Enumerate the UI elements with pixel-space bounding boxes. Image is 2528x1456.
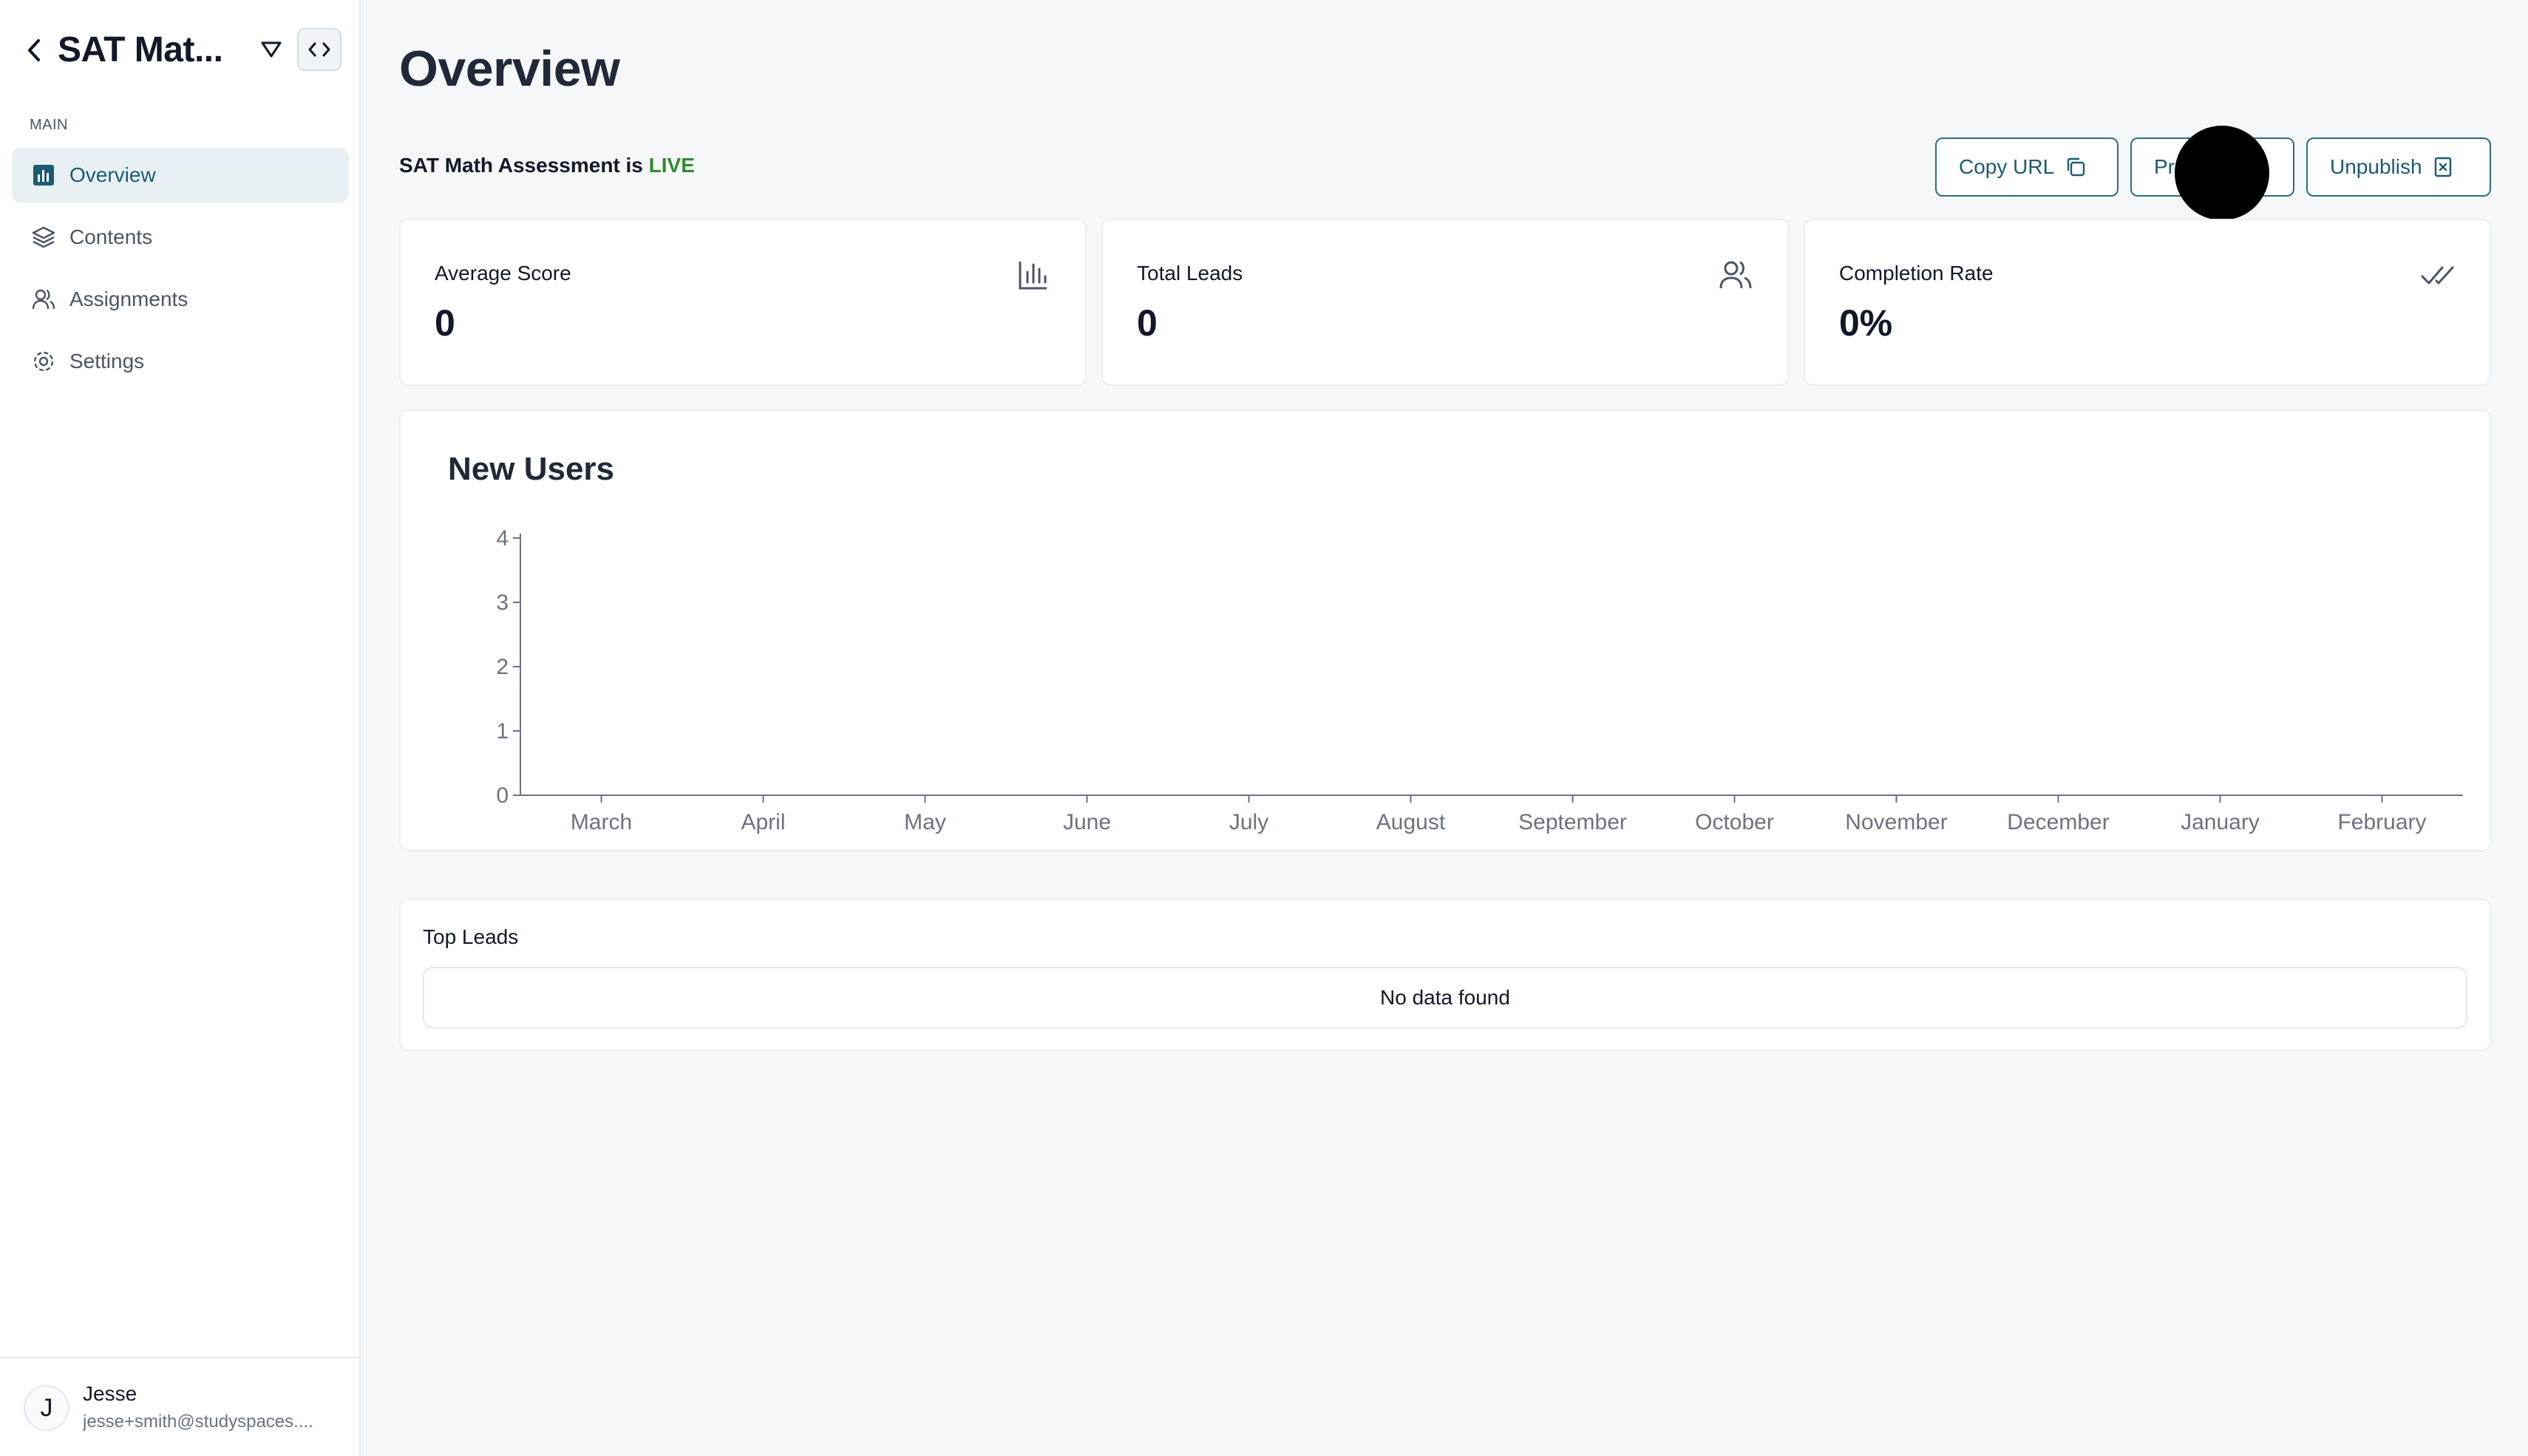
gear-icon [31, 349, 56, 374]
nav-section-label: MAIN [30, 117, 68, 133]
stat-card-average-score: Average Score 0 [399, 219, 1087, 386]
top-leads-card: Top Leads No data found [399, 899, 2491, 1051]
project-title: SAT Mat... [58, 30, 223, 69]
empty-state-text: No data found [1380, 986, 1510, 1009]
main-content: Overview SAT Math Assessment is LIVE Cop… [362, 0, 2528, 1456]
stat-card-completion-rate: Completion Rate 0% [1804, 219, 2491, 386]
sidebar-header: SAT Mat... [0, 0, 361, 103]
double-check-icon [2420, 257, 2456, 293]
x-tick-label: November [1845, 810, 1947, 834]
status-prefix: SAT Math Assessment is [399, 154, 649, 177]
unpublish-label: Unpublish [2330, 155, 2422, 178]
copy-url-button[interactable]: Copy URL [1935, 137, 2118, 197]
stat-label: Completion Rate [1839, 262, 1994, 285]
chart-plot: 0 1 2 3 4 March April May June July August Septembe… [496, 526, 2463, 834]
sidebar-item-overview[interactable]: Overview [12, 148, 349, 203]
new-users-chart: New Users 0 1 2 3 4 March April May June July Augu… [399, 409, 2491, 851]
y-tick-label: 4 [496, 526, 509, 551]
publish-status: SAT Math Assessment is LIVE [399, 154, 695, 177]
cursor-indicator [2175, 126, 2269, 220]
sidebar: SAT Mat... MAIN Overview Contents Assign… [0, 0, 361, 1456]
stat-card-total-leads: Total Leads 0 [1101, 219, 1789, 386]
x-tick-label: December [2007, 810, 2109, 834]
bar-chart-icon [1016, 257, 1051, 293]
sidebar-item-assignments[interactable]: Assignments [12, 272, 349, 327]
avatar: J [24, 1385, 69, 1431]
sidebar-item-settings[interactable]: Settings [12, 334, 349, 389]
x-tick-label: September [1518, 810, 1627, 834]
y-tick-label: 2 [496, 655, 509, 679]
y-tick-label: 0 [496, 783, 509, 808]
x-tick-label: March [571, 810, 632, 834]
sidebar-item-contents[interactable]: Contents [12, 210, 349, 265]
x-tick-label: June [1063, 810, 1111, 834]
user-email: jesse+smith@studyspaces.... [83, 1412, 313, 1432]
x-tick-label: April [741, 810, 785, 834]
layers-icon [31, 225, 56, 250]
y-tick-label: 1 [496, 719, 509, 744]
stat-label: Total Leads [1137, 262, 1243, 285]
stat-value: 0 [1137, 302, 1158, 344]
user-profile[interactable]: J Jesse jesse+smith@studyspaces.... [0, 1357, 361, 1456]
back-button[interactable] [19, 33, 49, 68]
status-badge: LIVE [648, 154, 695, 177]
sidebar-item-label: Overview [69, 163, 156, 186]
x-tick-label: May [904, 810, 946, 834]
sidebar-nav: Overview Contents Assignments Settings [12, 148, 349, 396]
chevron-left-icon [28, 39, 40, 61]
page-title: Overview [399, 41, 620, 97]
code-icon [308, 42, 330, 57]
embed-code-button[interactable] [297, 28, 342, 71]
users-icon [31, 287, 56, 312]
chart-icon [31, 163, 56, 188]
stat-label: Average Score [435, 262, 571, 285]
sidebar-item-label: Contents [69, 225, 153, 248]
y-tick-label: 3 [496, 591, 509, 615]
empty-state: No data found [423, 967, 2467, 1029]
project-dropdown-button[interactable] [256, 34, 287, 65]
x-tick-label: July [1229, 810, 1268, 834]
top-leads-title: Top Leads [423, 925, 519, 948]
unpublish-button[interactable]: Unpublish [2306, 137, 2491, 197]
copy-url-label: Copy URL [1959, 155, 2055, 178]
x-tick-label: February [2337, 810, 2426, 834]
stat-value: 0% [1839, 302, 1893, 344]
copy-icon [2067, 157, 2085, 177]
x-tick-label: August [1376, 810, 1446, 834]
file-x-icon [2434, 157, 2451, 177]
x-tick-label: October [1695, 810, 1774, 834]
users-icon [1718, 257, 1753, 293]
user-name: Jesse [83, 1382, 137, 1405]
x-tick-label: January [2181, 810, 2260, 834]
sidebar-item-label: Assignments [69, 288, 188, 310]
app-root: SAT Mat... MAIN Overview Contents Assign… [0, 0, 2528, 1456]
triangle-down-icon [261, 41, 282, 58]
stat-value: 0 [435, 302, 455, 344]
sidebar-item-label: Settings [69, 350, 145, 372]
